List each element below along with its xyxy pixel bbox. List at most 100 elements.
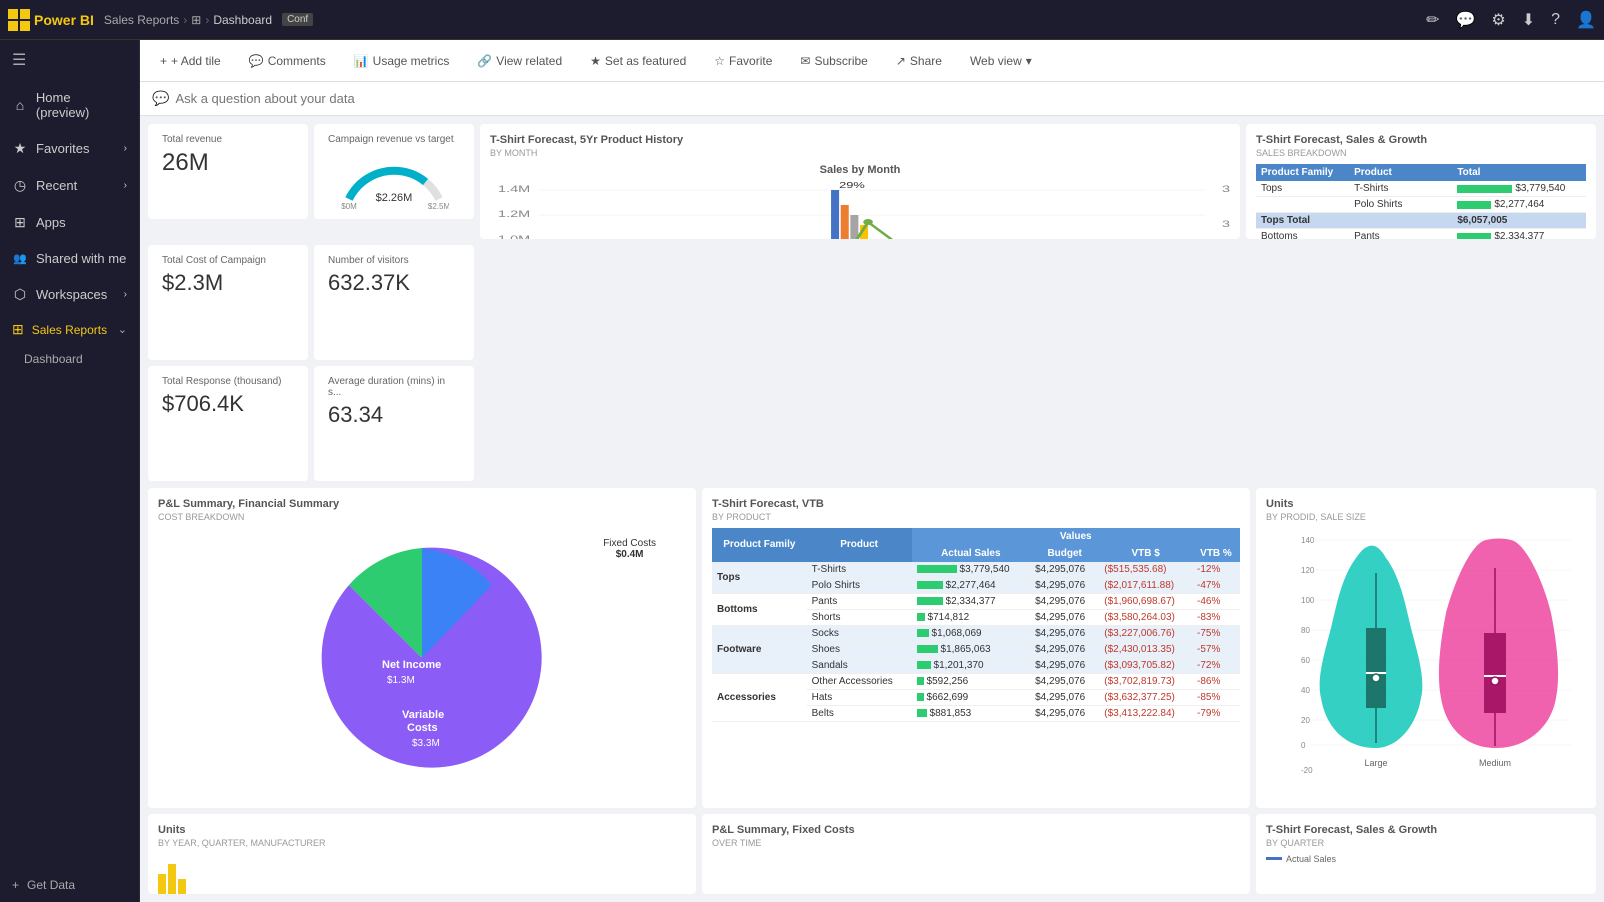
fav-label: Favorite [729, 54, 772, 68]
sidebar-item-apps[interactable]: ⊞ Apps [0, 204, 139, 241]
vtb-prod: Shorts [807, 609, 912, 625]
svg-text:1.0M: 1.0M [498, 234, 530, 239]
set-featured-button[interactable]: ★ Set as featured [582, 50, 694, 72]
pl-fc-title: P&L Summary, Fixed Costs [712, 824, 1240, 836]
th-total: Total [1452, 164, 1586, 181]
page-icon: ⊞ [191, 13, 201, 27]
cell-family: Tops [1256, 181, 1349, 197]
svg-text:30%: 30% [1222, 219, 1230, 229]
settings-icon[interactable]: ⚙ [1491, 10, 1505, 30]
vtb-actual: $1,201,370 [912, 657, 1031, 673]
chevron-right-icon-ws: › [124, 289, 127, 300]
cell-total-label: Tops Total [1256, 213, 1452, 229]
vtb-row: Footware Socks $1,068,069 $4,295,076 ($3… [712, 625, 1240, 641]
web-view-button[interactable]: Web view ▾ [962, 50, 1040, 72]
cell-total: $2,334,377 [1452, 229, 1586, 240]
vtb-actual: $881,853 [912, 705, 1031, 721]
svg-text:Net Income: Net Income [382, 659, 441, 671]
svg-text:$0M: $0M [341, 202, 357, 209]
vtb-pct: -86% [1192, 673, 1240, 689]
sidebar-item-shared[interactable]: 👥 Shared with me [0, 241, 139, 276]
comments-button[interactable]: 💬 Comments [241, 50, 334, 72]
chevron-right-icon: › [124, 143, 127, 154]
report-name[interactable]: Sales Reports [104, 13, 179, 27]
svg-text:120: 120 [1301, 566, 1315, 575]
usage-metrics-button[interactable]: 📊 Usage metrics [346, 50, 458, 72]
workspace-name: Sales Reports [32, 323, 107, 337]
vtb-th-family: Product Family [712, 528, 807, 562]
pl-fixed-costs: P&L Summary, Fixed Costs OVER TIME [702, 814, 1250, 894]
hamburger-menu[interactable]: ☰ [0, 40, 139, 80]
sidebar-label-recent: Recent [36, 178, 77, 193]
app-name: Power BI [34, 12, 94, 28]
svg-text:1.4M: 1.4M [498, 184, 530, 194]
vtb-th-product: Product [807, 528, 912, 562]
sales-growth-table: T-Shirt Forecast, Sales & Growth SALES B… [1246, 124, 1596, 239]
add-tile-label: + Add tile [171, 54, 221, 68]
vtb-prod: Hats [807, 689, 912, 705]
sidebar-item-favorites[interactable]: ★ Favorites › [0, 130, 139, 167]
svg-text:$2.5M: $2.5M [428, 202, 449, 209]
page-badge: Conf [282, 13, 313, 26]
sidebar-item-recent[interactable]: ◷ Recent › [0, 167, 139, 204]
vtb-prod: Belts [807, 705, 912, 721]
vtb-row: Accessories Other Accessories $592,256 $… [712, 673, 1240, 689]
get-data-button[interactable]: + Get Data [0, 868, 139, 902]
vtb-dollar: ($3,702,819.73) [1099, 673, 1192, 689]
help-icon[interactable]: ? [1551, 11, 1560, 29]
kpi-visitors: Number of visitors 632.37K [314, 245, 474, 360]
vtb-budget: $4,295,076 [1030, 641, 1099, 657]
sub-icon: ✉ [800, 54, 810, 68]
sbm-title: T-Shirt Forecast, 5Yr Product History [490, 134, 1230, 146]
download-icon[interactable]: ⬇ [1522, 10, 1535, 30]
edit-icon[interactable]: ✏ [1426, 10, 1439, 30]
sidebar-item-home[interactable]: ⌂ Home (preview) [0, 80, 139, 130]
view-related-button[interactable]: 🔗 View related [469, 50, 570, 72]
svg-text:$2.26M: $2.26M [376, 192, 413, 204]
svg-text:40: 40 [1301, 686, 1310, 695]
table-row: Bottoms Pants $2,334,377 [1256, 229, 1586, 240]
sidebar-sub-dashboard[interactable]: Dashboard [0, 346, 139, 372]
vtb-budget: $4,295,076 [1030, 657, 1099, 673]
subscribe-button[interactable]: ✉ Subscribe [792, 50, 875, 72]
gauge-chart: $2.26M $0M $2.5M [339, 149, 449, 209]
fav-icon: ☆ [714, 54, 725, 68]
vtb-dollar: ($3,093,705.82) [1099, 657, 1192, 673]
tgq-subtitle: BY QUARTER [1266, 838, 1586, 848]
vtb-prod: Other Accessories [807, 673, 912, 689]
violin-svg: 140 120 100 80 60 40 20 0 -20 [1266, 528, 1586, 788]
related-label: View related [496, 54, 562, 68]
comment-icon[interactable]: 💬 [1456, 10, 1476, 30]
sidebar-item-workspaces[interactable]: ⬡ Workspaces › [0, 276, 139, 313]
ask-question-input[interactable] [175, 91, 475, 106]
share-icon: ↗ [896, 54, 906, 68]
vtb-actual: $714,812 [912, 609, 1031, 625]
ask-question-bar: 💬 [140, 82, 1604, 116]
favorite-button[interactable]: ☆ Favorite [706, 50, 780, 72]
profile-icon[interactable]: 👤 [1576, 10, 1596, 30]
th-family: Product Family [1256, 164, 1349, 181]
vtb-budget: $4,295,076 [1030, 609, 1099, 625]
sidebar: ☰ ⌂ Home (preview) ★ Favorites › ◷ Recen… [0, 40, 140, 902]
growth-table: Product Family Product Total Tops T-Shir… [1256, 164, 1586, 239]
usage-icon: 📊 [354, 54, 369, 68]
units-bottom: Units BY YEAR, QUARTER, MANUFACTURER [148, 814, 696, 894]
current-page: Dashboard [213, 13, 272, 27]
vtb-budget: $4,295,076 [1030, 593, 1099, 609]
vtb-subtitle: BY PRODUCT [712, 512, 1240, 522]
kpi-title-response: Total Response (thousand) [162, 376, 294, 387]
sales-by-month-chart: T-Shirt Forecast, 5Yr Product History BY… [480, 124, 1240, 239]
related-icon: 🔗 [477, 54, 492, 68]
vtb-th-vtbd: VTB $ [1099, 545, 1192, 562]
share-button[interactable]: ↗ Share [888, 50, 950, 72]
sbm-chart-label: Sales by Month [490, 164, 1230, 176]
add-tile-button[interactable]: + + Add tile [152, 50, 229, 72]
svg-text:0: 0 [1301, 741, 1306, 750]
kpi-title-visitors: Number of visitors [328, 255, 460, 266]
workspace-sales-reports[interactable]: ⊞ Sales Reports ⌄ [0, 313, 139, 346]
vtb-prod: T-Shirts [807, 562, 912, 578]
svg-text:1.2M: 1.2M [498, 209, 530, 219]
sidebar-label-favorites: Favorites [36, 141, 89, 156]
svg-text:29%: 29% [839, 181, 865, 190]
pl-title: P&L Summary, Financial Summary [158, 498, 686, 510]
